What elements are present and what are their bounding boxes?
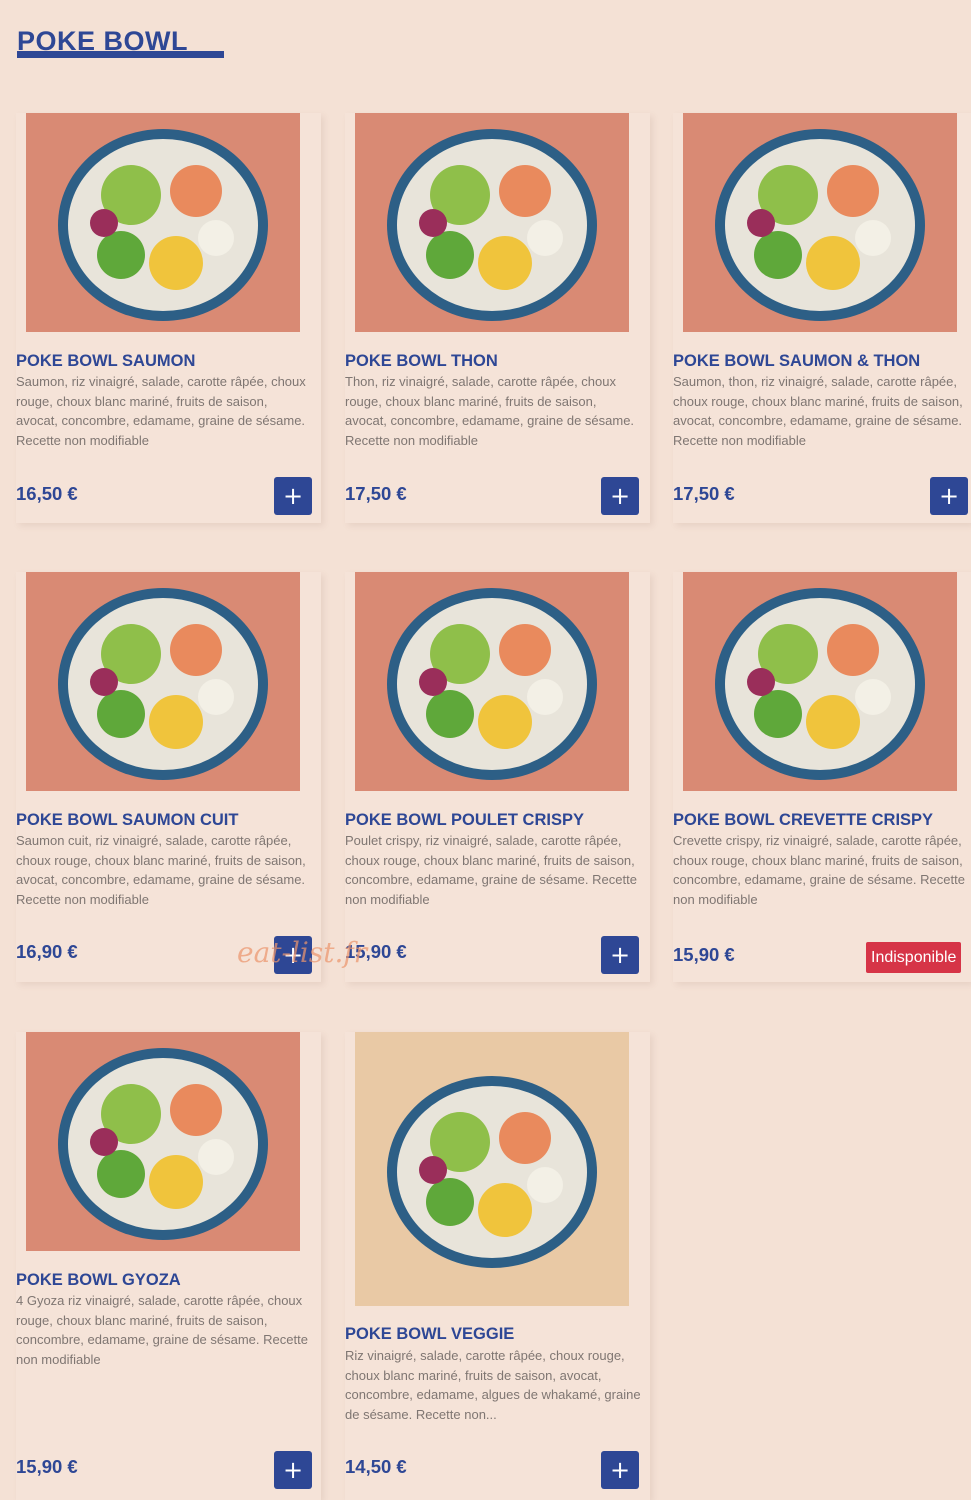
unavailable-badge: Indisponible [866,942,962,973]
add-to-cart-button[interactable]: + [274,477,312,515]
product-name: POKE BOWL GYOZA [16,1271,181,1289]
product-description: Saumon, thon, riz vinaigré, salade, caro… [673,374,963,448]
product-price: 17,50 € [345,483,407,504]
product-price: 14,50 € [345,1456,407,1477]
add-to-cart-button[interactable]: + [274,1451,312,1489]
product-image [355,572,629,791]
product-description: 4 Gyoza riz vinaigré, salade, carotte râ… [16,1293,308,1367]
product-card-crevette-crispy[interactable]: POKE BOWL CREVETTE CRISPY Crevette crisp… [673,572,971,982]
product-name: POKE BOWL SAUMON CUIT [16,811,239,829]
product-image [355,1032,629,1306]
product-price: 15,90 € [16,1456,78,1477]
add-to-cart-button[interactable]: + [601,936,639,974]
product-image [355,113,629,332]
add-to-cart-button[interactable]: + [274,936,312,974]
product-price: 15,90 € [345,941,407,962]
product-price: 16,50 € [16,483,78,504]
product-card-saumon-thon[interactable]: POKE BOWL SAUMON & THON Saumon, thon, ri… [673,113,971,523]
product-name: POKE BOWL CREVETTE CRISPY [673,811,934,829]
product-name: POKE BOWL POULET CRISPY [345,811,584,829]
product-name: POKE BOWL SAUMON & THON [673,352,921,370]
product-description: Poulet crispy, riz vinaigré, salade, car… [345,833,637,907]
product-name: POKE BOWL THON [345,352,498,370]
product-description: Crevette crispy, riz vinaigré, salade, c… [673,833,965,907]
product-card-poulet-crispy[interactable]: POKE BOWL POULET CRISPY Poulet crispy, r… [345,572,650,982]
product-description: Thon, riz vinaigré, salade, carotte râpé… [345,374,635,448]
product-image [26,113,300,332]
add-to-cart-button[interactable]: + [601,1451,639,1489]
product-description: Saumon cuit, riz vinaigré, salade, carot… [16,833,306,907]
product-card-saumon-cuit[interactable]: POKE BOWL SAUMON CUIT Saumon cuit, riz v… [16,572,321,982]
product-price: 15,90 € [673,944,735,965]
product-card-veggie[interactable]: POKE BOWL VEGGIE Riz vinaigré, salade, c… [345,1032,650,1500]
add-to-cart-button[interactable]: + [930,477,968,515]
product-image [683,572,957,791]
title-underline [17,51,224,58]
add-to-cart-button[interactable]: + [601,477,639,515]
product-card-thon[interactable]: POKE BOWL THON Thon, riz vinaigré, salad… [345,113,650,523]
product-card-gyoza[interactable]: POKE BOWL GYOZA 4 Gyoza riz vinaigré, sa… [16,1032,321,1500]
product-name: POKE BOWL VEGGIE [345,1325,515,1343]
product-card-saumon[interactable]: POKE BOWL SAUMON Saumon, riz vinaigré, s… [16,113,321,523]
product-image [683,113,957,332]
product-price: 16,90 € [16,941,78,962]
product-description: Saumon, riz vinaigré, salade, carotte râ… [16,374,306,448]
product-name: POKE BOWL SAUMON [16,352,196,370]
product-description: Riz vinaigré, salade, carotte râpée, cho… [345,1348,641,1422]
product-image [26,572,300,791]
product-price: 17,50 € [673,483,735,504]
product-image [26,1032,300,1251]
